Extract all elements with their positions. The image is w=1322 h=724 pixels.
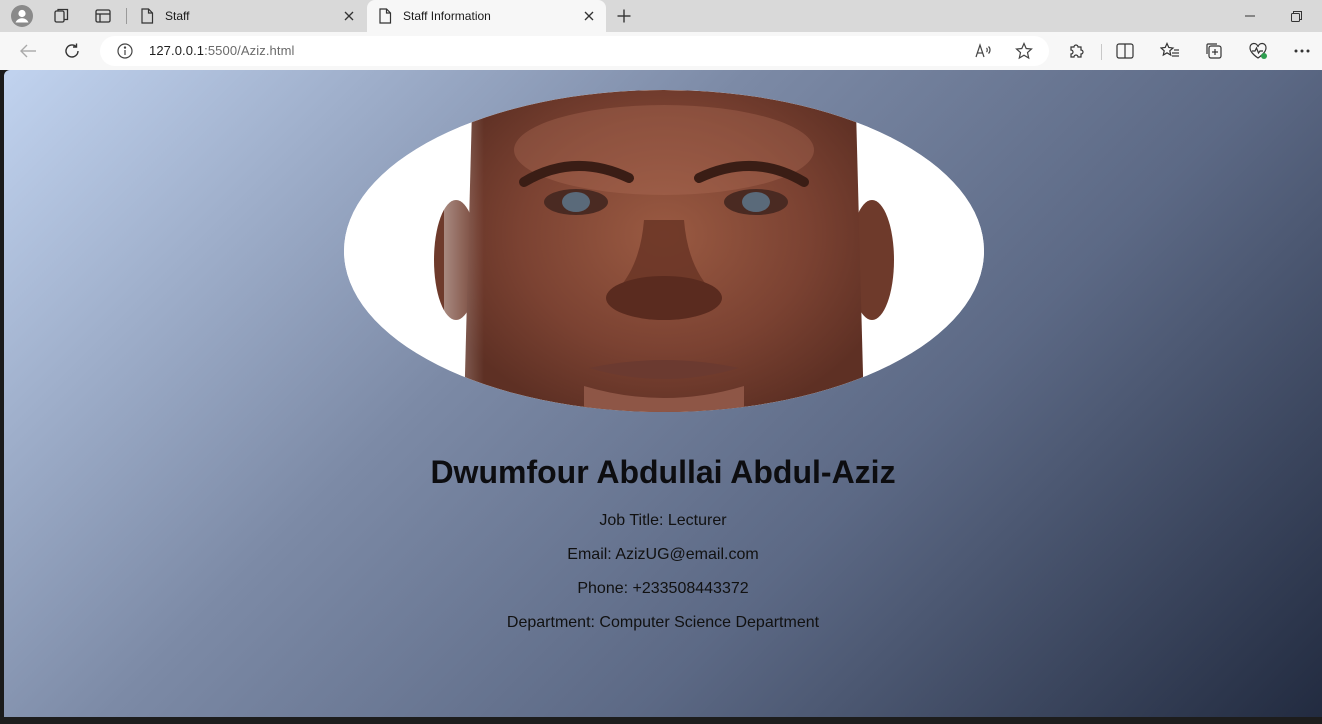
split-screen-icon[interactable]	[1111, 37, 1139, 65]
tab-staff-information[interactable]: Staff Information	[367, 0, 606, 32]
close-icon[interactable]	[580, 7, 598, 25]
page-icon	[377, 8, 393, 24]
tab-staff[interactable]: Staff	[129, 0, 366, 32]
job-title: Job Title: Lecturer	[599, 512, 727, 529]
more-icon[interactable]	[1288, 37, 1316, 65]
star-icon[interactable]	[1011, 39, 1037, 63]
tab-title: Staff Information	[403, 9, 491, 23]
workspaces-icon[interactable]	[49, 4, 75, 28]
tab-actions-icon[interactable]	[90, 4, 116, 28]
collections-icon[interactable]	[1200, 37, 1228, 65]
url-host: 127.0.0.1	[149, 43, 205, 58]
minimize-icon[interactable]	[1227, 0, 1273, 32]
tab-separator	[126, 8, 127, 24]
email: Email: AzizUG@email.com	[567, 546, 759, 563]
tab-strip: Staff Staff Information	[0, 0, 1322, 32]
read-aloud-icon[interactable]	[971, 39, 997, 63]
favorites-icon[interactable]	[1156, 37, 1184, 65]
url-path: :5500/Aziz.html	[204, 43, 295, 58]
department: Department: Computer Science Department	[506, 614, 820, 631]
close-icon[interactable]	[340, 7, 358, 25]
puzzle-icon[interactable]	[1063, 37, 1091, 65]
phone: Phone: +233508443372	[577, 580, 749, 597]
toolbar-separator	[1101, 44, 1102, 60]
heart-pulse-icon[interactable]	[1244, 37, 1272, 65]
profile-icon[interactable]	[9, 4, 35, 28]
staff-name: Dwumfour Abdullai Abdul-Aziz	[430, 454, 896, 490]
refresh-icon[interactable]	[58, 37, 86, 65]
page-viewport: Dwumfour Abdullai Abdul-Aziz Job Title: …	[4, 70, 1322, 717]
restore-icon[interactable]	[1273, 0, 1319, 32]
address-bar[interactable]: 127.0.0.1:5500/Aziz.html	[100, 36, 1049, 66]
back-arrow-icon[interactable]	[14, 37, 42, 65]
window-bottom-edge	[0, 717, 1322, 724]
browser-toolbar: 127.0.0.1:5500/Aziz.html	[0, 32, 1322, 70]
info-icon[interactable]	[116, 42, 134, 60]
tab-title: Staff	[165, 9, 190, 23]
plus-icon[interactable]	[611, 4, 637, 28]
staff-photo	[344, 90, 984, 412]
page-icon	[139, 8, 155, 24]
url-text: 127.0.0.1:5500/Aziz.html	[149, 43, 295, 58]
